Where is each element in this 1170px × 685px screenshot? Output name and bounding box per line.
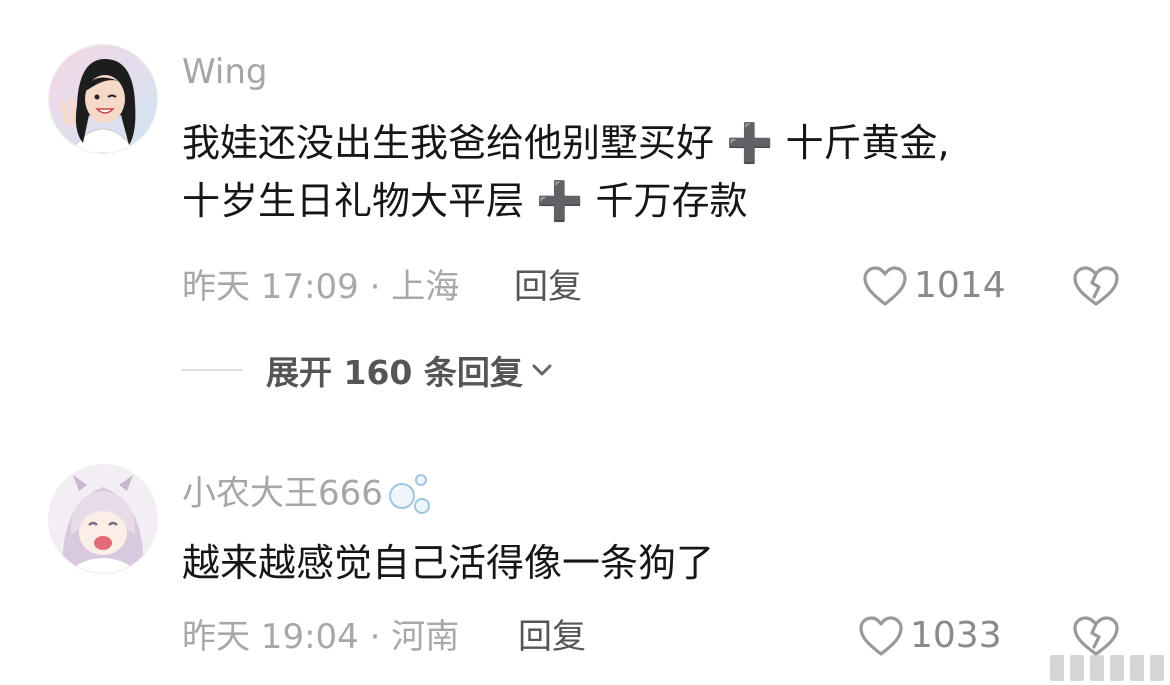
username[interactable]: 小农大王666	[182, 472, 435, 518]
expand-replies-label: 展开 160 条回复	[266, 353, 523, 392]
broken-heart-icon	[1073, 266, 1119, 306]
username[interactable]: Wing	[182, 52, 267, 92]
heart-outline-icon	[863, 266, 907, 306]
reply-button[interactable]: 回复	[514, 267, 582, 307]
avatar[interactable]	[48, 44, 158, 154]
chevron-down-icon	[532, 364, 552, 376]
reply-button[interactable]: 回复	[518, 617, 586, 657]
dislike-button[interactable]	[1072, 265, 1120, 311]
like-button[interactable]: 1014	[862, 265, 1006, 307]
like-count: 1033	[910, 615, 1002, 656]
comment-meta: 昨天 19:04 · 河南	[182, 617, 460, 657]
like-count: 1014	[914, 265, 1006, 306]
comment-line: 十岁生日礼物大平层 ➕ 千万存款	[182, 179, 748, 223]
bubbles-icon	[388, 474, 430, 514]
comment-meta: 昨天 17:09 · 上海	[182, 267, 460, 307]
avatar[interactable]	[48, 464, 158, 574]
broken-heart-icon	[1073, 616, 1119, 656]
comment-text: 越来越感觉自己活得像一条狗了	[182, 534, 1122, 592]
comment-line: 我娃还没出生我爸给他别墅买好 ➕ 十斤黄金,	[182, 121, 950, 165]
username-text: 小农大王666	[182, 473, 383, 514]
divider	[182, 369, 242, 371]
watermark	[1050, 655, 1164, 681]
like-button[interactable]: 1033	[858, 615, 1002, 657]
expand-replies-button[interactable]: 展开 160 条回复	[182, 350, 553, 392]
comment-line: 越来越感觉自己活得像一条狗了	[182, 541, 715, 585]
heart-outline-icon	[859, 616, 903, 656]
comment-text: 我娃还没出生我爸给他别墅买好 ➕ 十斤黄金, 十岁生日礼物大平层 ➕ 千万存款	[182, 114, 1122, 230]
